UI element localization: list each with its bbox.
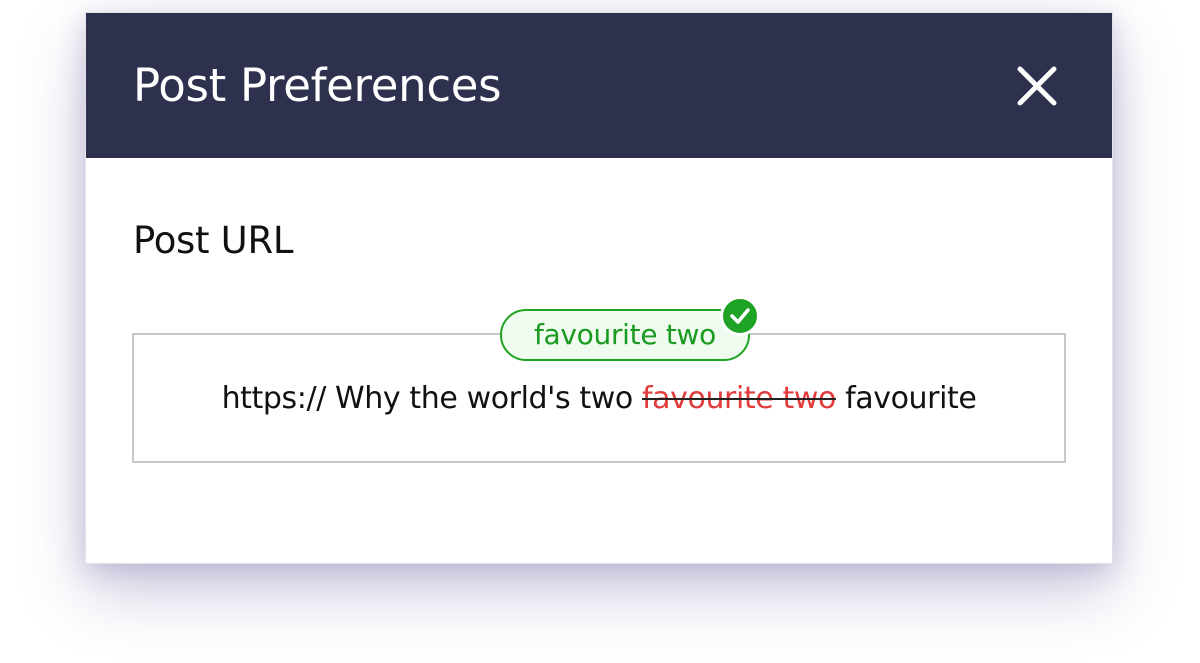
close-button[interactable] [1014,63,1060,109]
post-url-label: Post URL [133,219,294,262]
suggestion-chip[interactable]: favourite two [500,309,750,361]
dialog-title: Post Preferences [133,59,502,112]
url-suffix: favourite [835,381,977,416]
check-circle-icon [720,296,760,336]
post-preferences-dialog: Post Preferences Post URL https:// Why t… [85,12,1113,564]
post-url-value: https:// Why the world's two favourite t… [134,379,1064,419]
stage: Post Preferences Post URL https:// Why t… [0,0,1200,663]
url-removed-text: favourite two [641,381,836,416]
close-icon [1017,66,1057,106]
url-prefix: https:// Why the world's two [221,381,642,416]
dialog-header: Post Preferences [86,13,1112,158]
